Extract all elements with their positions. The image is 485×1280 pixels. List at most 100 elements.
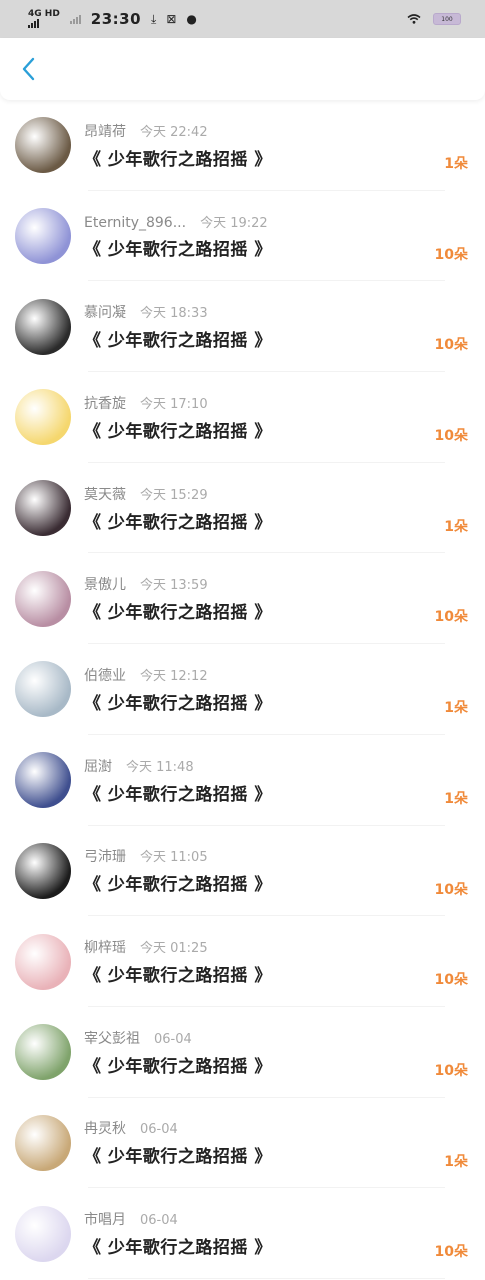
list-item[interactable]: 昂靖荷 今天 22:42 《 少年歌行之路招摇 》 1朵 bbox=[0, 100, 485, 191]
item-meta: 昂靖荷 今天 22:42 bbox=[84, 121, 485, 141]
book-title: 《 少年歌行之路招摇 》 bbox=[84, 240, 272, 261]
avatar[interactable] bbox=[15, 208, 71, 265]
user-name: 抗香旋 bbox=[84, 395, 126, 412]
item-info: 昂靖荷 今天 22:42 《 少年歌行之路招摇 》 bbox=[84, 121, 485, 170]
back-button[interactable] bbox=[16, 53, 40, 85]
item-time: 06-04 bbox=[140, 1122, 178, 1138]
item-meta: 伯德业 今天 12:12 bbox=[84, 665, 485, 685]
signal-icon bbox=[28, 18, 60, 28]
gift-amount: 10朵 bbox=[434, 972, 468, 989]
user-name: 伯德业 bbox=[84, 667, 126, 684]
user-name: 市唱月 bbox=[84, 1212, 126, 1229]
item-meta: 景傲儿 今天 13:59 bbox=[84, 574, 485, 594]
book-title: 《 少年歌行之路招摇 》 bbox=[84, 693, 272, 714]
list-item[interactable]: 景傲儿 今天 13:59 《 少年歌行之路招摇 》 10朵 bbox=[0, 553, 485, 644]
item-time: 今天 19:22 bbox=[200, 216, 268, 232]
list-item[interactable]: 弓沛珊 今天 11:05 《 少年歌行之路招摇 》 10朵 bbox=[0, 826, 485, 917]
book-title: 《 少年歌行之路招摇 》 bbox=[84, 149, 272, 170]
battery-level: 100 bbox=[441, 15, 453, 23]
item-time: 今天 18:33 bbox=[140, 306, 208, 322]
list-item[interactable]: 冉灵秋 06-04 《 少年歌行之路招摇 》 1朵 bbox=[0, 1098, 485, 1189]
gift-amount: 1朵 bbox=[444, 156, 468, 172]
item-info: Eternity_896... 今天 19:22 《 少年歌行之路招摇 》 bbox=[84, 212, 485, 260]
avatar[interactable] bbox=[15, 389, 71, 446]
list-item[interactable]: 慕问凝 今天 18:33 《 少年歌行之路招摇 》 10朵 bbox=[0, 281, 485, 372]
gift-amount: 10朵 bbox=[434, 881, 468, 898]
item-meta: 抗香旋 今天 17:10 bbox=[84, 393, 485, 413]
gift-amount: 10朵 bbox=[434, 246, 468, 263]
status-right: 100 bbox=[407, 13, 461, 25]
item-meta: 莫天薇 今天 15:29 bbox=[84, 484, 485, 504]
item-meta: 弓沛珊 今天 11:05 bbox=[84, 846, 485, 866]
item-info: 宰父彭祖 06-04 《 少年歌行之路招摇 》 bbox=[84, 1028, 485, 1077]
user-name: 宰父彭祖 bbox=[84, 1030, 140, 1047]
item-meta: 慕问凝 今天 18:33 bbox=[84, 302, 485, 322]
avatar[interactable] bbox=[15, 1024, 71, 1081]
gift-amount: 1朵 bbox=[444, 700, 468, 717]
avatar[interactable] bbox=[15, 480, 71, 537]
book-title: 《 少年歌行之路招摇 》 bbox=[84, 512, 272, 533]
chevron-left-icon bbox=[22, 57, 35, 81]
user-name: 冉灵秋 bbox=[84, 1121, 126, 1138]
book-title: 《 少年歌行之路招摇 》 bbox=[84, 603, 272, 624]
list-item[interactable]: 市唱月 06-04 《 少年歌行之路招摇 》 10朵 bbox=[0, 1188, 485, 1279]
avatar[interactable] bbox=[15, 117, 71, 174]
list-item[interactable]: 莫天薇 今天 15:29 《 少年歌行之路招摇 》 1朵 bbox=[0, 463, 485, 554]
book-title: 《 少年歌行之路招摇 》 bbox=[84, 1238, 272, 1259]
gift-amount: 10朵 bbox=[434, 609, 468, 626]
gift-amount: 10朵 bbox=[434, 428, 468, 445]
status-left: 4G HD 23:30 ⤓ ⊠ ● bbox=[28, 10, 197, 28]
item-meta: 冉灵秋 06-04 bbox=[84, 1118, 485, 1138]
top-bar bbox=[0, 38, 485, 100]
avatar[interactable] bbox=[15, 1205, 71, 1262]
item-meta: 屈澍 今天 11:48 bbox=[84, 756, 485, 776]
item-meta: 柳梓瑶 今天 01:25 bbox=[84, 937, 485, 957]
battery-icon: 100 bbox=[433, 13, 461, 25]
item-time: 今天 12:12 bbox=[140, 668, 208, 684]
list-item[interactable]: 屈澍 今天 11:48 《 少年歌行之路招摇 》 1朵 bbox=[0, 735, 485, 826]
avatar[interactable] bbox=[15, 1114, 71, 1171]
gift-amount: 1朵 bbox=[444, 1153, 468, 1170]
avatar[interactable] bbox=[15, 570, 71, 627]
list-item[interactable]: 伯德业 今天 12:12 《 少年歌行之路招摇 》 1朵 bbox=[0, 644, 485, 735]
item-info: 抗香旋 今天 17:10 《 少年歌行之路招摇 》 bbox=[84, 393, 485, 442]
avatar[interactable] bbox=[15, 752, 71, 809]
list-item[interactable]: 柳梓瑶 今天 01:25 《 少年歌行之路招摇 》 10朵 bbox=[0, 916, 485, 1007]
avatar[interactable] bbox=[15, 661, 71, 718]
item-info: 柳梓瑶 今天 01:25 《 少年歌行之路招摇 》 bbox=[84, 937, 485, 986]
item-info: 弓沛珊 今天 11:05 《 少年歌行之路招摇 》 bbox=[84, 846, 485, 895]
list-item[interactable]: 抗香旋 今天 17:10 《 少年歌行之路招摇 》 10朵 bbox=[0, 372, 485, 463]
item-meta: Eternity_896... 今天 19:22 bbox=[84, 212, 485, 231]
status-bar: 4G HD 23:30 ⤓ ⊠ ● 100 bbox=[0, 0, 485, 38]
list-item[interactable]: Eternity_896... 今天 19:22 《 少年歌行之路招摇 》 10… bbox=[0, 191, 485, 282]
gift-amount: 1朵 bbox=[444, 518, 468, 535]
gift-amount: 1朵 bbox=[444, 790, 468, 807]
list-item[interactable]: 宰父彭祖 06-04 《 少年歌行之路招摇 》 10朵 bbox=[0, 1007, 485, 1098]
user-name: 柳梓瑶 bbox=[84, 940, 126, 957]
network-type: 4G HD bbox=[28, 9, 60, 19]
user-name: 昂靖荷 bbox=[84, 123, 126, 140]
item-time: 今天 17:10 bbox=[140, 396, 208, 412]
item-info: 屈澍 今天 11:48 《 少年歌行之路招摇 》 bbox=[84, 756, 485, 805]
user-name: 景傲儿 bbox=[84, 577, 126, 594]
book-title: 《 少年歌行之路招摇 》 bbox=[84, 421, 272, 442]
download-icon: ⤓ bbox=[151, 11, 157, 26]
item-time: 今天 13:59 bbox=[140, 578, 208, 594]
book-title: 《 少年歌行之路招摇 》 bbox=[84, 784, 272, 805]
user-name: Eternity_896... bbox=[84, 215, 187, 232]
item-time: 今天 11:48 bbox=[126, 759, 194, 775]
item-time: 06-04 bbox=[154, 1031, 192, 1047]
user-name: 弓沛珊 bbox=[84, 849, 126, 866]
network-indicator: 4G HD bbox=[28, 10, 60, 28]
item-time: 今天 22:42 bbox=[140, 124, 208, 140]
item-info: 伯德业 今天 12:12 《 少年歌行之路招摇 》 bbox=[84, 665, 485, 714]
avatar[interactable] bbox=[15, 842, 71, 899]
gift-record-list: 昂靖荷 今天 22:42 《 少年歌行之路招摇 》 1朵 Eternity_89… bbox=[0, 100, 485, 1279]
item-info: 冉灵秋 06-04 《 少年歌行之路招摇 》 bbox=[84, 1118, 485, 1167]
item-meta: 宰父彭祖 06-04 bbox=[84, 1028, 485, 1048]
gift-amount: 10朵 bbox=[434, 337, 468, 354]
item-info: 慕问凝 今天 18:33 《 少年歌行之路招摇 》 bbox=[84, 302, 485, 351]
item-time: 今天 15:29 bbox=[140, 487, 208, 503]
avatar[interactable] bbox=[15, 298, 71, 355]
avatar[interactable] bbox=[15, 933, 71, 990]
